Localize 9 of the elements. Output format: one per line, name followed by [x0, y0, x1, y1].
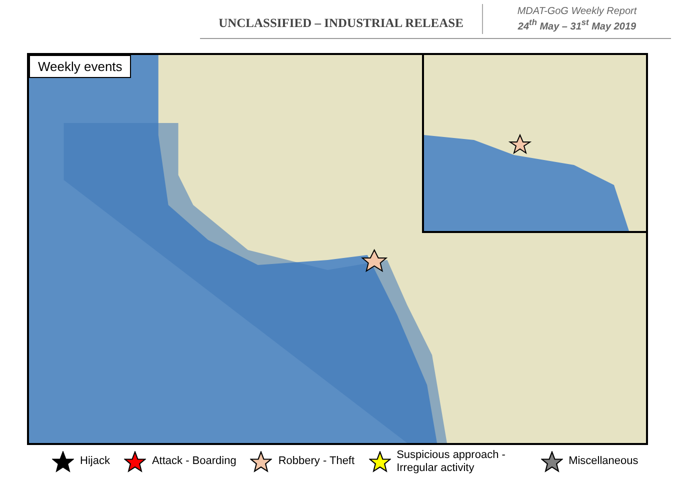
map-title: Weekly events [29, 55, 132, 78]
date-range: 24$^{th}$ May – 31$^{st}$ May 2019 [518, 16, 636, 32]
legend-label: Suspicious approach - Irregular activity [396, 449, 506, 474]
legend-label: Attack - Boarding [152, 455, 236, 468]
legend-label: Robbery - Theft [278, 455, 355, 468]
report-title: MDAT-GoG Weekly Report [517, 6, 637, 17]
legend-label: Hijack [80, 455, 110, 468]
legend-label: Miscellaneous [568, 455, 638, 468]
classification-heading: UNCLASSIFIED – INDUSTRIAL RELEASE [218, 14, 464, 30]
